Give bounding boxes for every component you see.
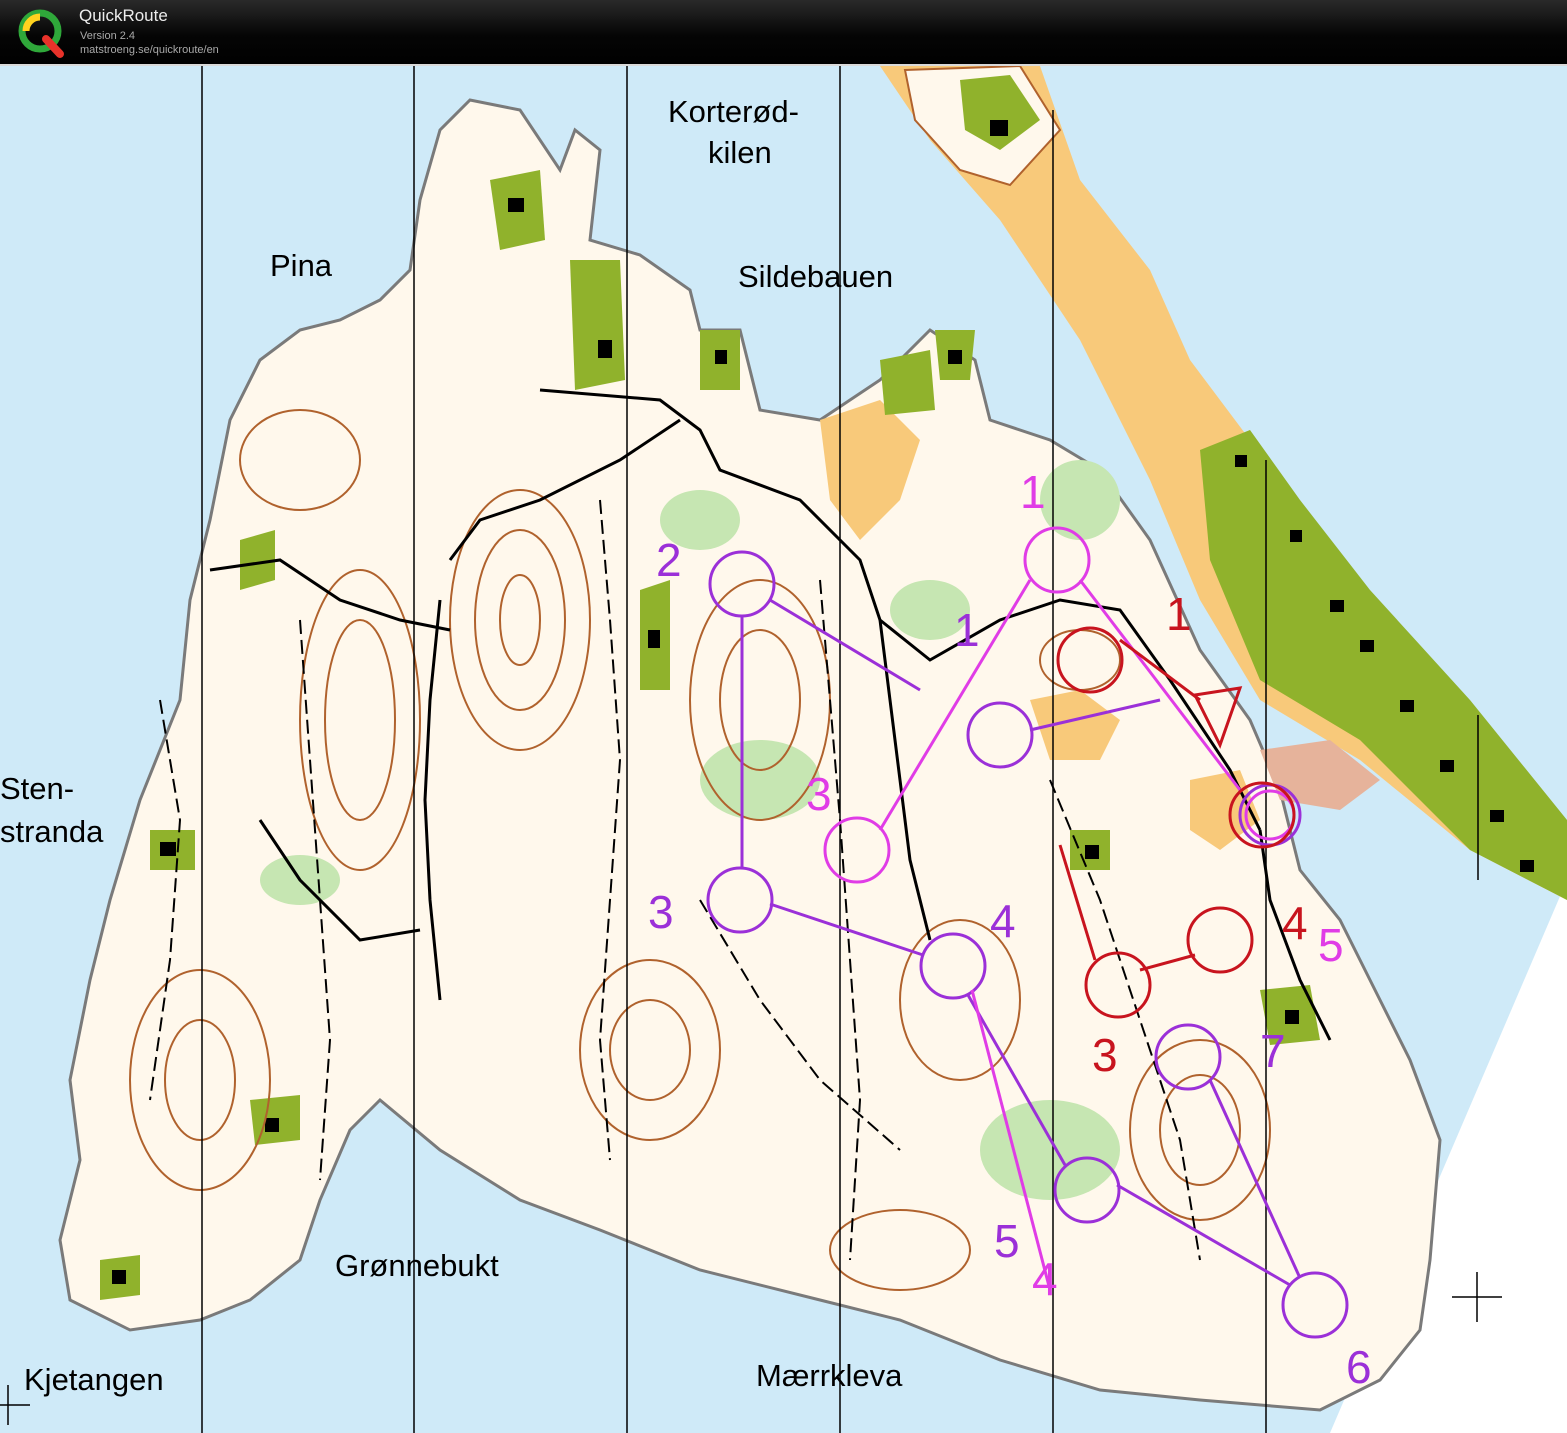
place-korterod-line2: kilen: [708, 135, 772, 170]
purple-control-2: 2: [656, 534, 682, 586]
magenta-control-3: 3: [806, 768, 832, 820]
place-maerrkleva: Mærrkleva: [756, 1358, 903, 1393]
orienteering-map[interactable]: Korterød- kilen Pina Sildebauen Sten- st…: [0, 66, 1567, 1433]
app-url[interactable]: matstroeng.se/quickroute/en: [80, 44, 219, 56]
place-stenstranda-line1: Sten-: [0, 771, 74, 806]
red-control-3: 3: [1092, 1029, 1118, 1081]
app-version: Version 2.4: [80, 30, 136, 42]
purple-control-3: 3: [648, 886, 674, 938]
red-control-4: 4: [1282, 897, 1308, 949]
place-kjetangen: Kjetangen: [24, 1362, 164, 1397]
place-gronnebukt: Grønnebukt: [335, 1248, 499, 1283]
quickroute-logo-icon: [18, 9, 64, 58]
magenta-control-4: 4: [1032, 1253, 1058, 1305]
place-pina: Pina: [270, 248, 333, 283]
place-korterod-line1: Korterød-: [668, 94, 799, 129]
purple-control-1: 1: [954, 604, 980, 656]
purple-control-4: 4: [990, 895, 1016, 947]
magenta-control-1: 1: [1020, 466, 1046, 518]
red-control-1: 1: [1166, 588, 1192, 640]
place-stenstranda-line2: stranda: [0, 814, 104, 849]
vegetation-patch: [700, 740, 820, 820]
purple-control-6: 6: [1346, 1341, 1372, 1393]
app-header: QuickRoute Version 2.4 matstroeng.se/qui…: [0, 0, 1567, 66]
vegetation-patch: [980, 1100, 1120, 1200]
purple-control-5: 5: [994, 1215, 1020, 1267]
place-sildebauen: Sildebauen: [738, 259, 893, 294]
magenta-control-5: 5: [1318, 919, 1344, 971]
purple-control-7: 7: [1260, 1025, 1286, 1077]
app-title: QuickRoute: [79, 6, 168, 25]
